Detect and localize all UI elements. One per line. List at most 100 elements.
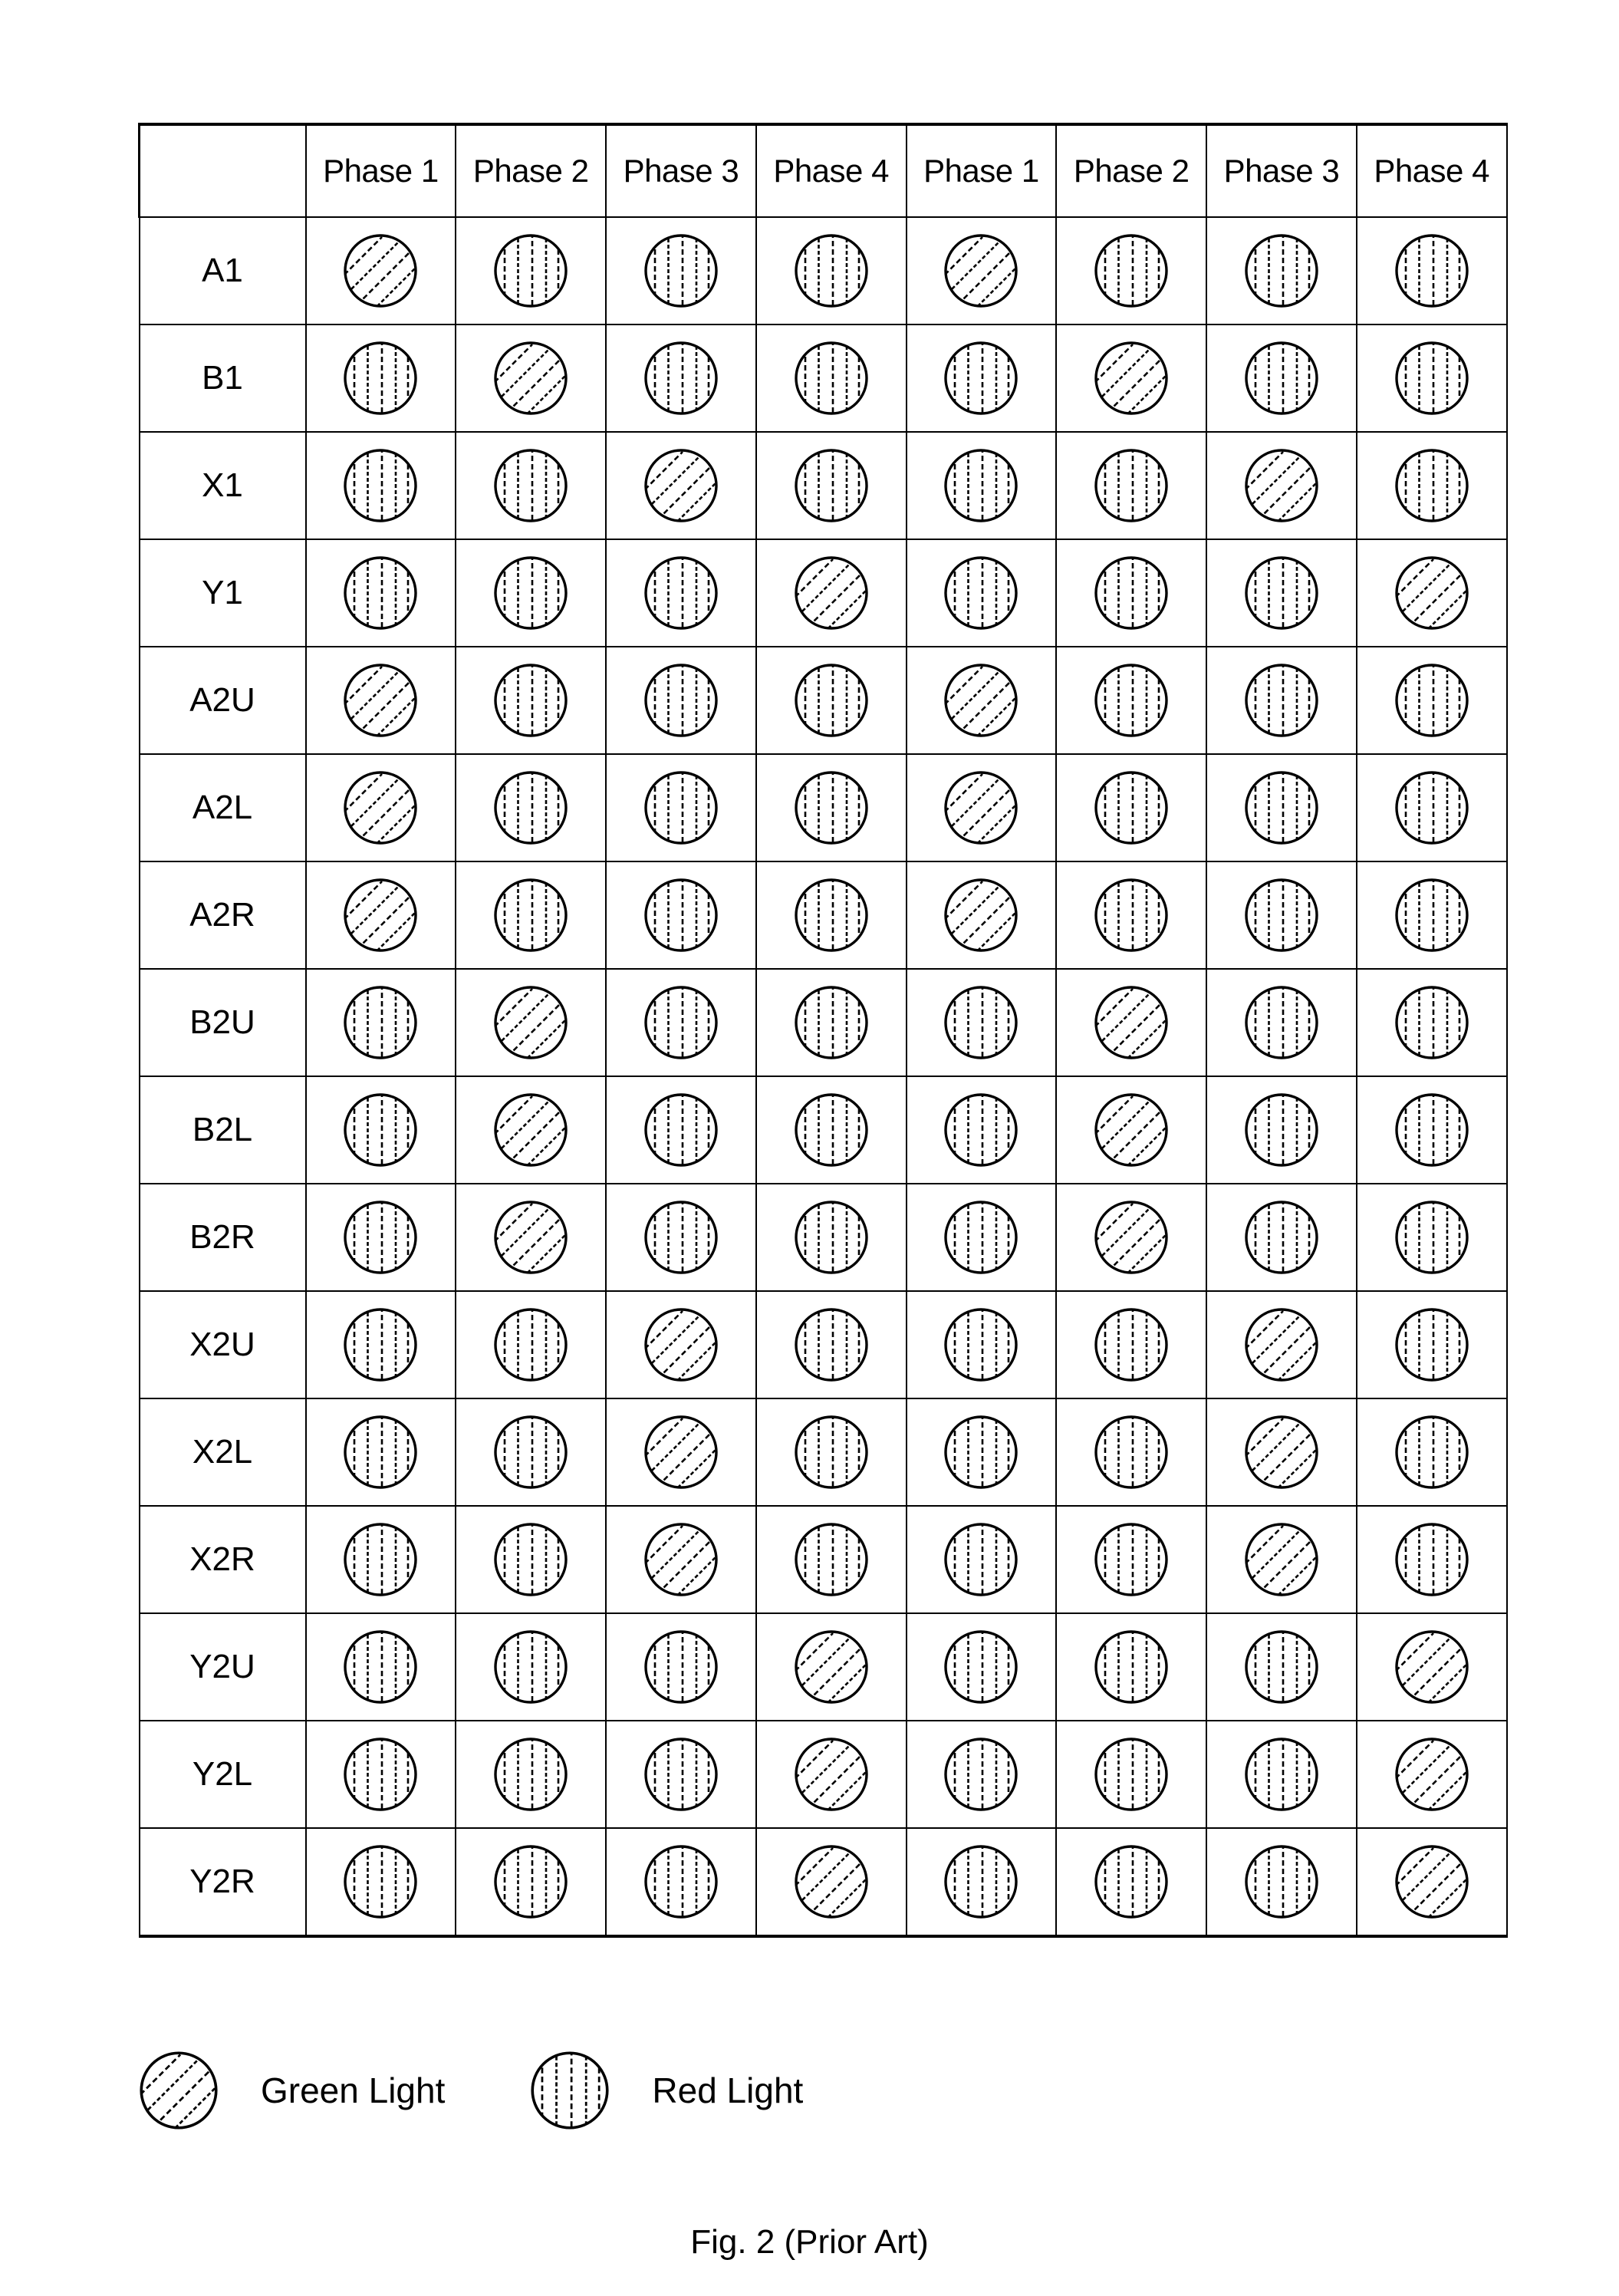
red-light-icon <box>1394 232 1470 309</box>
signal-cell-b2r-col7 <box>1206 1183 1357 1292</box>
row-label-b2u: B2U <box>138 968 307 1077</box>
red-light-icon <box>342 340 419 417</box>
signal-cell-b1-col1 <box>304 324 457 433</box>
table-corner-header <box>138 123 307 218</box>
signal-cell-x2u-col8 <box>1355 1290 1508 1399</box>
signal-cell-a2u-col4 <box>755 646 907 755</box>
signal-cell-x2u-col4 <box>755 1290 907 1399</box>
red-light-icon <box>342 1199 419 1276</box>
signal-cell-y2l-col6 <box>1055 1720 1207 1829</box>
green-light-icon <box>1394 555 1470 631</box>
signal-cell-x1-col1 <box>304 431 457 540</box>
green-light-icon <box>1243 1414 1320 1491</box>
red-light-icon <box>643 769 719 846</box>
row-label-a2r: A2R <box>138 861 307 970</box>
signal-cell-x2u-col7 <box>1206 1290 1357 1399</box>
red-light-icon <box>1243 1736 1320 1813</box>
red-light-icon <box>1394 1092 1470 1168</box>
red-light-icon <box>529 2050 610 2131</box>
green-light-icon <box>342 662 419 739</box>
red-light-icon <box>643 1629 719 1705</box>
red-light-icon <box>492 1629 569 1705</box>
signal-cell-x2r-col3 <box>605 1505 757 1614</box>
signal-cell-a2r-col1 <box>304 861 457 970</box>
signal-cell-a2r-col4 <box>755 861 907 970</box>
red-light-icon <box>1243 662 1320 739</box>
green-light-icon <box>643 447 719 524</box>
signal-cell-b2u-col7 <box>1206 968 1357 1077</box>
red-light-icon <box>643 984 719 1061</box>
signal-cell-a2r-col5 <box>905 861 1058 970</box>
legend-label-red: Red Light <box>652 2070 804 2110</box>
red-light-icon <box>643 1843 719 1920</box>
red-light-icon <box>342 1521 419 1598</box>
signal-cell-y1-col3 <box>605 539 757 647</box>
red-light-icon <box>643 340 719 417</box>
signal-cell-y1-col1 <box>304 539 457 647</box>
red-light-icon <box>943 1092 1019 1168</box>
red-light-icon <box>943 1414 1019 1491</box>
signal-cell-y2u-col3 <box>605 1612 757 1721</box>
column-header-phase-4: Phase 4 <box>755 123 907 218</box>
signal-cell-b2l-col3 <box>605 1076 757 1184</box>
red-light-icon <box>1243 1092 1320 1168</box>
signal-cell-a2u-col8 <box>1355 646 1508 755</box>
green-light-icon <box>1243 1306 1320 1383</box>
signal-cell-a2l-col4 <box>755 753 907 862</box>
green-light-icon <box>342 877 419 954</box>
column-header-phase-8: Phase 4 <box>1355 123 1508 218</box>
signal-cell-y2l-col8 <box>1355 1720 1508 1829</box>
signal-cell-x2r-col1 <box>304 1505 457 1614</box>
signal-cell-b2u-col8 <box>1355 968 1508 1077</box>
signal-cell-x2u-col3 <box>605 1290 757 1399</box>
red-light-icon <box>1093 1414 1170 1491</box>
signal-cell-x2u-col5 <box>905 1290 1058 1399</box>
green-light-icon <box>943 877 1019 954</box>
red-light-icon <box>1093 1306 1170 1383</box>
signal-cell-y1-col4 <box>755 539 907 647</box>
column-header-phase-3: Phase 3 <box>605 123 757 218</box>
row-label-y1: Y1 <box>138 539 307 647</box>
green-light-icon <box>943 769 1019 846</box>
red-light-icon <box>793 1306 870 1383</box>
red-light-icon <box>492 447 569 524</box>
red-light-icon <box>492 232 569 309</box>
signal-cell-a1-col8 <box>1355 216 1508 325</box>
green-light-icon <box>492 984 569 1061</box>
signal-cell-b1-col3 <box>605 324 757 433</box>
red-light-icon <box>342 1736 419 1813</box>
green-light-icon <box>138 2050 219 2131</box>
signal-cell-x2r-col8 <box>1355 1505 1508 1614</box>
table-row: A2R <box>138 861 1508 970</box>
row-label-x2l: X2L <box>138 1398 307 1507</box>
signal-cell-b1-col8 <box>1355 324 1508 433</box>
signal-cell-a2u-col3 <box>605 646 757 755</box>
signal-cell-y1-col6 <box>1055 539 1207 647</box>
signal-cell-a2l-col2 <box>455 753 607 862</box>
red-light-icon <box>943 447 1019 524</box>
red-light-icon <box>1243 340 1320 417</box>
green-light-icon <box>943 232 1019 309</box>
red-light-icon <box>943 1521 1019 1598</box>
red-light-icon <box>492 1843 569 1920</box>
red-light-icon <box>943 1629 1019 1705</box>
red-light-icon <box>1243 984 1320 1061</box>
red-light-icon <box>492 662 569 739</box>
signal-cell-y2u-col7 <box>1206 1612 1357 1721</box>
signal-cell-x2r-col6 <box>1055 1505 1207 1614</box>
legend-item-red: Red Light <box>529 2050 803 2131</box>
table-row: B2U <box>138 968 1508 1077</box>
red-light-icon <box>793 232 870 309</box>
red-light-icon <box>1093 769 1170 846</box>
column-header-phase-1: Phase 1 <box>304 123 457 218</box>
signal-cell-x1-col2 <box>455 431 607 540</box>
green-light-icon <box>1394 1843 1470 1920</box>
red-light-icon <box>1394 984 1470 1061</box>
red-light-icon <box>1093 1736 1170 1813</box>
row-label-y2u: Y2U <box>138 1612 307 1721</box>
table-row: B2L <box>138 1076 1508 1184</box>
red-light-icon <box>643 1199 719 1276</box>
signal-cell-x1-col6 <box>1055 431 1207 540</box>
signal-cell-x2l-col8 <box>1355 1398 1508 1507</box>
row-label-y2l: Y2L <box>138 1720 307 1829</box>
